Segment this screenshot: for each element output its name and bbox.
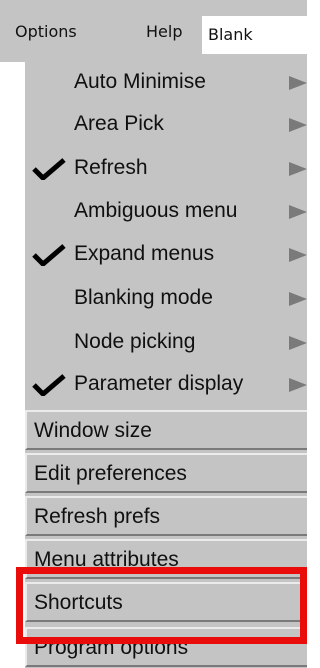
menu-item-label: Node picking [74, 330, 196, 353]
menu-item-auto-minimise[interactable]: Auto Minimise [25, 62, 307, 104]
shortcuts-button[interactable]: Shortcuts [25, 582, 307, 622]
menu-item-blanking-mode[interactable]: Blanking mode [25, 278, 307, 320]
action-label: Refresh prefs [34, 505, 161, 528]
menu-item-label: Area Pick [74, 112, 164, 135]
menu-bar: Options Help Blank [0, 0, 307, 62]
help-menu[interactable]: Help [146, 22, 182, 41]
blank-field[interactable]: Blank [202, 16, 307, 54]
action-label: Edit preferences [34, 462, 187, 485]
triangle-right-icon [289, 162, 307, 176]
menu-item-label: Refresh [74, 156, 148, 179]
menu-item-label: Auto Minimise [74, 70, 206, 93]
checkmark-icon [32, 244, 66, 266]
menu-item-parameter-display[interactable]: Parameter display [25, 364, 307, 406]
menu-item-refresh[interactable]: Refresh [25, 148, 307, 190]
triangle-right-icon [289, 336, 307, 350]
window-size-button[interactable]: Window size [25, 410, 307, 450]
action-label: Program options [34, 636, 189, 659]
triangle-right-icon [289, 378, 307, 392]
menu-item-area-pick[interactable]: Area Pick [25, 104, 307, 146]
checkmark-icon [32, 158, 66, 180]
menu-item-label: Expand menus [74, 242, 215, 265]
options-menu[interactable]: Options [15, 22, 77, 41]
refresh-prefs-button[interactable]: Refresh prefs [25, 496, 307, 536]
triangle-right-icon [289, 292, 307, 306]
menu-item-ambiguous-menu[interactable]: Ambiguous menu [25, 191, 307, 233]
triangle-right-icon [289, 76, 307, 90]
triangle-right-icon [289, 205, 307, 219]
menu-item-label: Parameter display [74, 372, 244, 395]
options-dropdown-menu: Auto Minimise Area Pick Refresh Ambiguou… [25, 58, 307, 668]
triangle-right-icon [289, 248, 307, 262]
menu-item-expand-menus[interactable]: Expand menus [25, 234, 307, 276]
menu-item-node-picking[interactable]: Node picking [25, 322, 307, 364]
program-options-button[interactable]: Program options [25, 627, 307, 667]
triangle-right-icon [289, 118, 307, 132]
menu-item-label: Ambiguous menu [74, 199, 238, 222]
menu-item-label: Blanking mode [74, 286, 213, 309]
checkmark-icon [32, 374, 66, 396]
action-label: Shortcuts [34, 591, 123, 614]
action-label: Window size [34, 419, 152, 442]
edit-preferences-button[interactable]: Edit preferences [25, 453, 307, 493]
action-label: Menu attributes [34, 548, 179, 571]
menu-attributes-button[interactable]: Menu attributes [25, 539, 307, 579]
